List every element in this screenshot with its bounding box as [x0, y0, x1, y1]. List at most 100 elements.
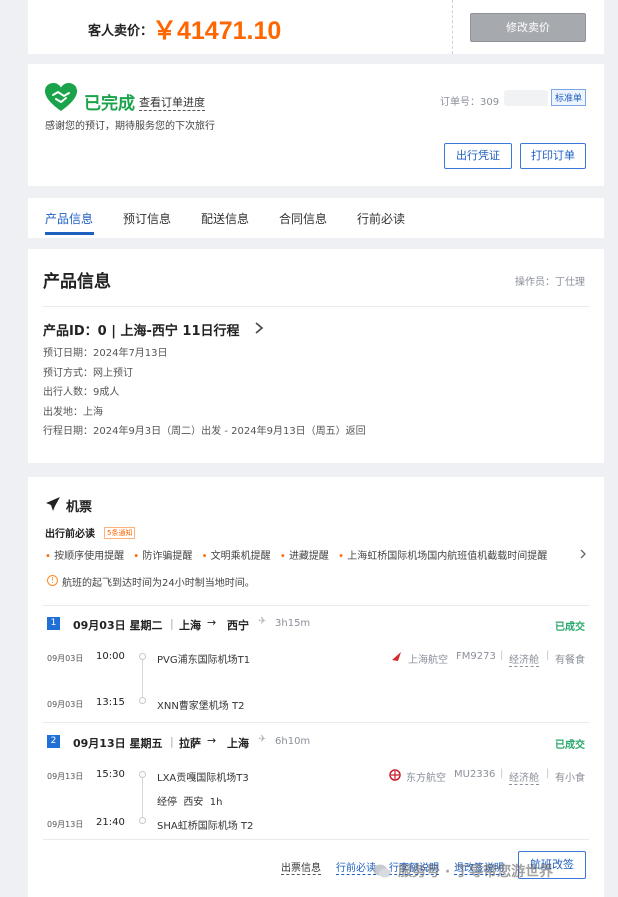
status-text: 已完成	[84, 94, 135, 114]
timeline-line	[142, 660, 143, 697]
notice-count-badge: 5条通知	[104, 527, 136, 539]
wechat-icon	[373, 864, 391, 878]
arrival-date: 09月03日	[47, 700, 84, 709]
tip-link[interactable]: 进藏提醒	[289, 551, 329, 562]
flight-number: MU2336	[454, 769, 496, 780]
departure-airport: PVG浦东国际机场T1	[157, 655, 251, 666]
airplane-icon	[46, 497, 60, 511]
flight-duration: 6h10m	[275, 736, 311, 747]
route-from: 拉萨	[179, 737, 201, 750]
product-detail-line: 行程日期：2024年9月3日（周二）出发 - 2024年9月13日（周五）返回	[43, 426, 366, 437]
heart-handshake-icon	[45, 83, 77, 111]
meta-separator: |	[546, 650, 550, 661]
cabin-class-link[interactable]: 经济舱	[509, 769, 539, 785]
departure-date: 09月13日	[47, 772, 84, 781]
airline-name: 东方航空	[406, 773, 446, 784]
departure-time: 15:30	[96, 769, 125, 780]
segment-divider	[43, 722, 589, 723]
segment-number-badge: 2	[47, 735, 60, 748]
timeline-line	[142, 778, 143, 817]
flight-divider	[43, 605, 589, 606]
cabin-class-link[interactable]: 经济舱	[509, 651, 539, 667]
plane-small-icon: ✈	[258, 616, 267, 627]
meta-separator: |	[500, 650, 504, 661]
flight-segment: 1 09月03日 星期二 | 上海 → 西宁 ✈ 3h15m 已成交 09月03…	[28, 613, 604, 713]
flight-card: 机票 出行前必读 5条通知 • 按顺序使用提醒 • 防诈骗提醒 • 文明乘机提醒…	[28, 477, 604, 897]
ticket-info-link[interactable]: 出票信息	[281, 859, 321, 875]
timeline-dot	[139, 653, 146, 660]
pre-travel-link[interactable]: 行前必读	[336, 859, 376, 875]
chevron-right-icon[interactable]	[254, 322, 264, 334]
product-detail-line: 出发地：上海	[43, 407, 103, 418]
watermark: 服务号 · 丁导带您游世界	[372, 860, 553, 882]
travel-voucher-button[interactable]: 出行凭证	[444, 143, 512, 169]
arrival-date: 09月13日	[47, 820, 84, 829]
route-from: 上海	[179, 619, 201, 632]
tip-link[interactable]: 文明乘机提醒	[211, 551, 271, 562]
segment-separator: |	[170, 617, 174, 630]
price-card: 客人卖价： ￥41471.10 修改卖价	[28, 0, 604, 54]
info-icon: !	[47, 575, 58, 586]
chevron-right-icon[interactable]	[579, 549, 587, 559]
print-order-button[interactable]: 打印订单	[520, 143, 586, 169]
deal-status: 已成交	[555, 622, 585, 633]
tab-delivery-info[interactable]: 配送信息	[201, 210, 249, 227]
modify-price-button[interactable]: 修改卖价	[470, 13, 586, 42]
meta-separator: |	[546, 768, 550, 779]
flight-duration: 3h15m	[275, 618, 311, 629]
view-progress-link[interactable]: 查看订单进度	[139, 94, 205, 111]
deal-status: 已成交	[555, 740, 585, 751]
departure-date: 09月03日	[47, 654, 84, 663]
arrival-time: 21:40	[96, 817, 125, 828]
product-section-title: 产品信息	[43, 272, 111, 292]
plane-small-icon: ✈	[258, 734, 267, 745]
product-id-line[interactable]: 产品ID：0 | 上海-西宁 11日行程	[43, 320, 240, 339]
arrival-airport: XNN曹家堡机场 T2	[157, 701, 245, 712]
product-info-card: 产品信息 操作员：丁仕理 产品ID：0 | 上海-西宁 11日行程 预订日期：2…	[28, 249, 604, 463]
order-type-tag: 标准单	[551, 89, 587, 106]
meta-separator: |	[500, 768, 504, 779]
route-to: 西宁	[227, 619, 249, 632]
airline-name: 上海航空	[408, 655, 448, 666]
tip-link[interactable]: 上海虹桥国际机场国内航班值机截载时间提醒	[347, 551, 547, 562]
tip-link[interactable]: 防诈骗提醒	[142, 551, 192, 562]
price-divider	[452, 0, 453, 54]
price-label: 客人卖价：	[88, 24, 154, 39]
route-arrow: →	[207, 734, 217, 747]
time-info-text: 航班的起飞到达时间为24小时制当地时间。	[62, 578, 255, 589]
timeline-dot	[139, 697, 146, 704]
segment-number-badge: 1	[47, 617, 60, 630]
must-read-label: 出行前必读	[45, 529, 95, 540]
product-detail-line: 预订日期：2024年7月13日	[43, 348, 168, 359]
departure-time: 10:00	[96, 651, 125, 662]
segment-date: 09月03日 星期二	[73, 619, 163, 632]
order-number: 订单号：309	[440, 97, 500, 108]
flight-segment: 2 09月13日 星期五 | 拉萨 → 上海 ✈ 6h10m 已成交 09月13…	[28, 731, 604, 841]
active-tab-indicator	[45, 232, 94, 235]
tips-row: • 按顺序使用提醒 • 防诈骗提醒 • 文明乘机提醒 • 进藏提醒 • 上海虹桥…	[45, 551, 548, 562]
segment-separator: |	[170, 735, 174, 748]
stopover-info: 经停 西安 1h	[157, 797, 223, 808]
timeline-dot	[139, 817, 146, 824]
tip-link[interactable]: 按顺序使用提醒	[54, 551, 124, 562]
flight-section-title: 机票	[66, 500, 93, 515]
tab-bar: 产品信息 预订信息 配送信息 合同信息 行前必读	[28, 198, 604, 238]
airline-logo-icon	[389, 769, 401, 781]
tab-product-info[interactable]: 产品信息	[45, 210, 93, 227]
meal-info: 有小食	[555, 773, 585, 784]
route-to: 上海	[227, 737, 249, 750]
thanks-text: 感谢您的预订，期待服务您的下次旅行	[45, 121, 215, 132]
flight-number: FM9273	[456, 651, 496, 662]
arrival-airport: SHA虹桥国际机场 T2	[157, 821, 254, 832]
tab-contract-info[interactable]: 合同信息	[279, 210, 327, 227]
departure-airport: LXA贡嘎国际机场T3	[157, 773, 249, 784]
order-number-mask	[504, 90, 548, 106]
meal-info: 有餐食	[555, 655, 585, 666]
tab-booking-info[interactable]: 预订信息	[123, 210, 171, 227]
route-arrow: →	[207, 616, 217, 629]
price-value: ￥41471.10	[152, 17, 282, 45]
tab-pre-travel[interactable]: 行前必读	[357, 210, 405, 227]
segment-date: 09月13日 星期五	[73, 737, 163, 750]
airline-logo-icon	[392, 652, 401, 661]
order-status-card: 已完成 查看订单进度 感谢您的预订，期待服务您的下次旅行 订单号：309 标准单…	[28, 64, 604, 186]
